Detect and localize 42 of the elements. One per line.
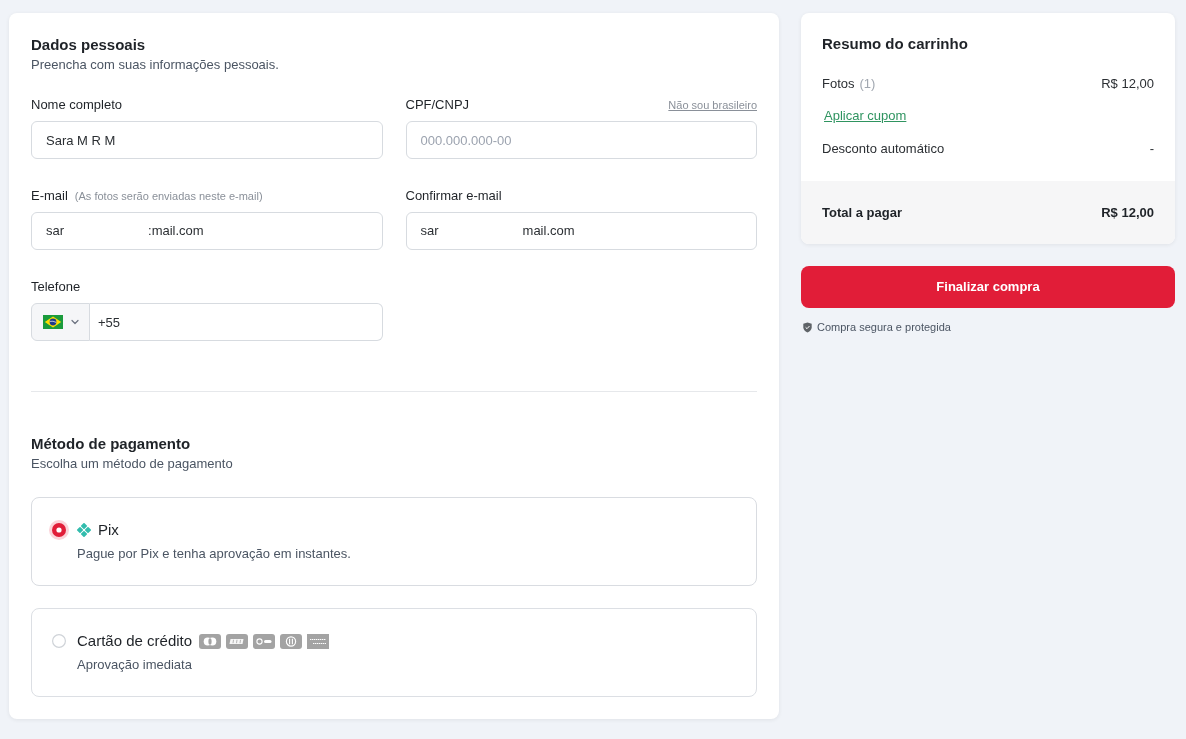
text-field[interactable]: Sara M R M <box>31 121 383 159</box>
item-count: (1) <box>859 75 876 93</box>
checkout-button[interactable]: Finalizar compra <box>801 266 1175 308</box>
field-hint: (As fotos serão enviadas neste e-mail) <box>74 189 263 204</box>
summary-title: Resumo do carrinho <box>822 34 969 54</box>
field-label: Telefone <box>31 278 81 296</box>
option-label: Pix <box>98 520 119 540</box>
card-logo-icon <box>307 633 330 649</box>
discount-label: Desconto automático <box>822 140 945 158</box>
card-logo-icon <box>199 633 222 649</box>
card-logo-icon <box>280 633 303 649</box>
country-select[interactable] <box>31 303 90 341</box>
option-description: Aprovação imediata <box>76 656 193 674</box>
section-subtitle: Escolha um método de pagamento <box>31 455 234 473</box>
field-label: CPF/CNPJ <box>405 96 470 114</box>
item-label: Fotos <box>822 75 855 93</box>
discount-value: - <box>1149 140 1154 158</box>
flag-icon <box>42 315 63 329</box>
diamond-logo-icon <box>77 523 91 537</box>
card-logo-icon <box>253 633 276 649</box>
payment-option[interactable]: Pix Pague por Pix e tenha aprovação em instantes. <box>31 497 757 586</box>
item-price: R$ 12,00 <box>1101 75 1154 93</box>
email-field[interactable]: sar mail.com <box>405 212 757 250</box>
text-field[interactable]: 000.000.000-00 <box>405 121 757 159</box>
security-note: Compra segura e protegida <box>817 320 951 335</box>
field-label: Confirmar e-mail <box>405 187 502 205</box>
field-label: E-mail <box>31 187 68 205</box>
phone-field[interactable]: +55 <box>90 303 383 341</box>
field-label: Nome completo <box>31 96 123 114</box>
total-value: R$ 12,00 <box>1101 203 1154 222</box>
email-field[interactable]: sar :mail.com <box>31 212 383 250</box>
payment-option[interactable]: Cartão de crédito Aprovação imediata <box>31 608 757 697</box>
coupon-link[interactable]: Aplicar cupom <box>824 107 907 125</box>
shield-check-icon <box>803 321 812 333</box>
option-description: Pague por Pix e tenha aprovação em instantes. <box>76 545 352 563</box>
chevron-down-icon <box>70 319 79 325</box>
card-logo-icon <box>226 633 249 649</box>
section-title: Método de pagamento <box>31 434 192 454</box>
total-label: Total a pagar <box>822 203 902 222</box>
section-title: Dados pessoais <box>31 35 147 55</box>
section-subtitle: Preencha com suas informações pessoais. <box>31 56 280 74</box>
option-label: Cartão de crédito <box>77 631 193 651</box>
